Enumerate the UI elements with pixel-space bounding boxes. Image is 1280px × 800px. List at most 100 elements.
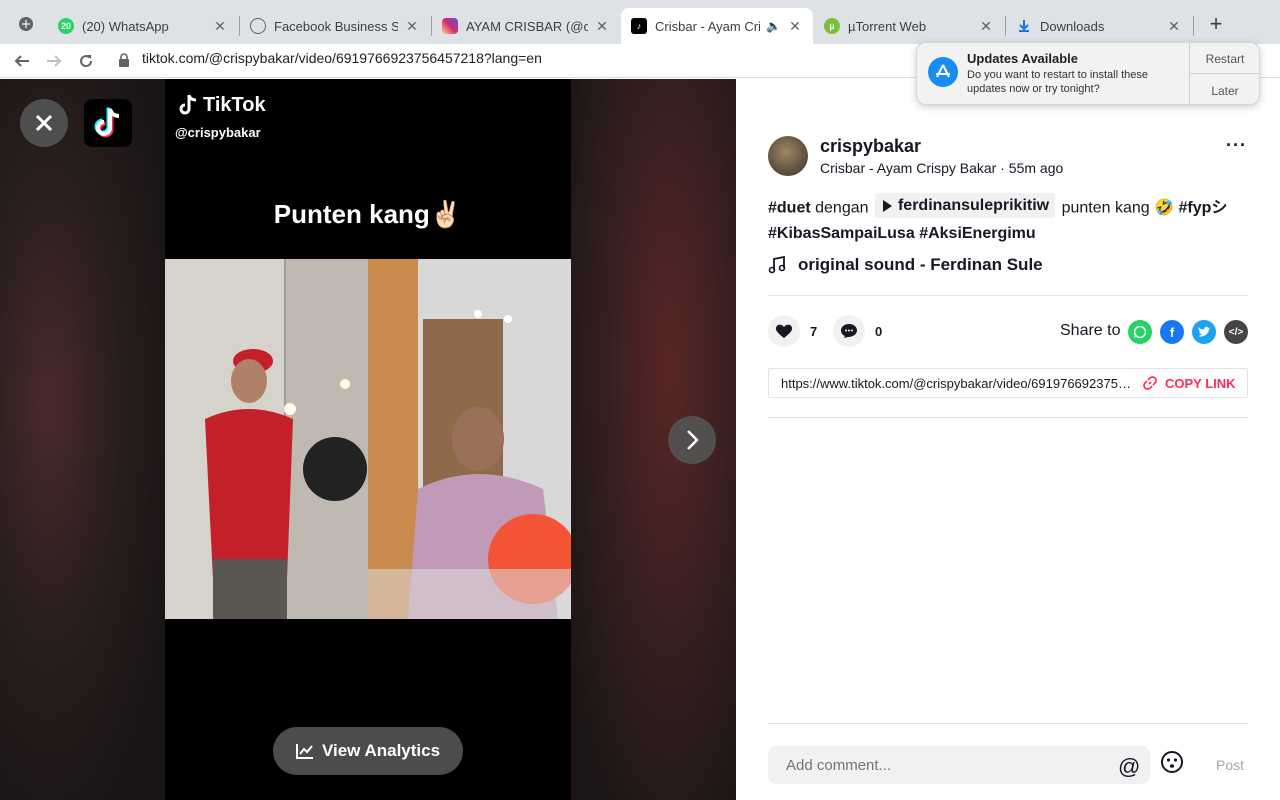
lock-icon[interactable] [118, 53, 130, 67]
instagram-icon [442, 18, 458, 34]
hashtag-duet[interactable]: #duet [768, 200, 811, 217]
hashtag-fyp[interactable]: #fypシ [1178, 200, 1227, 217]
new-tab-button[interactable]: + [1204, 11, 1228, 36]
address-bar[interactable]: tiktok.com/@crispybakar/video/6919766923… [142, 50, 542, 66]
post-comment-button[interactable]: Post [1216, 757, 1244, 773]
close-tab-icon[interactable]: ✕ [1166, 18, 1182, 34]
view-analytics-button[interactable]: View Analytics [273, 727, 463, 775]
sound-label: original sound - Ferdinan Sule [798, 255, 1043, 274]
tiktok-logo-icon [94, 107, 120, 138]
tab-downloads[interactable]: Downloads ✕ [1006, 8, 1192, 44]
username[interactable]: crispybakar [820, 136, 921, 157]
comment-icon[interactable] [833, 315, 865, 347]
share-to-label: Share to [1060, 322, 1121, 339]
video-pane: TikTok @crispybakar Punten kang✌🏻 View A… [0, 79, 736, 800]
tab-title: µTorrent Web [848, 18, 927, 34]
desc-text: punten kang [1061, 199, 1150, 217]
update-notification: Updates Available Do you want to restart… [916, 42, 1260, 105]
emoji-icon[interactable] [1160, 750, 1184, 774]
comment-box: @ [768, 746, 1183, 784]
hashtag-aksi[interactable]: #AksiEnergimu [919, 225, 1035, 242]
close-tab-icon[interactable]: ✕ [212, 18, 228, 34]
blurred-background-left [0, 79, 165, 800]
back-button[interactable] [10, 49, 34, 73]
mention-icon[interactable]: @ [1118, 754, 1140, 780]
embed-share-icon[interactable]: </> [1224, 320, 1248, 344]
close-video-button[interactable] [20, 99, 68, 147]
copy-link-label: COPY LINK [1165, 375, 1236, 391]
divider [768, 295, 1248, 296]
tab-tiktok-active[interactable]: ♪ Crisbar - Ayam Cri 🔈 ✕ [621, 8, 813, 44]
audio-playing-icon[interactable]: 🔈 [766, 19, 781, 33]
tab-title: (20) WhatsApp [82, 18, 169, 34]
hashtag-kibas[interactable]: #KibasSampaiLusa [768, 225, 915, 242]
analytics-icon [295, 744, 313, 759]
reload-icon [80, 55, 93, 68]
close-tab-icon[interactable]: ✕ [787, 18, 803, 34]
tab-utorrent[interactable]: µ µTorrent Web ✕ [814, 8, 1004, 44]
video-caption-overlay: Punten kang✌🏻 [273, 199, 463, 229]
post-description: #duet dengan ferdinansuleprikitiw punten… [768, 193, 1248, 246]
facebook-share-icon[interactable]: f [1160, 320, 1184, 344]
comment-action[interactable]: 0 [833, 315, 882, 347]
twitter-share-icon[interactable] [1192, 320, 1216, 344]
meta-business-icon [250, 18, 266, 34]
sound-link[interactable]: original sound - Ferdinan Sule [768, 255, 1043, 275]
tab-whatsapp[interactable]: 20 (20) WhatsApp ✕ [48, 8, 238, 44]
forward-button[interactable] [42, 49, 66, 73]
video-player[interactable]: TikTok @crispybakar Punten kang✌🏻 [165, 79, 571, 800]
comment-count: 0 [875, 323, 883, 339]
tab-strip: 20 (20) WhatsApp ✕ Facebook Business Su … [0, 0, 1280, 44]
close-tab-icon[interactable]: ✕ [594, 18, 610, 34]
close-tab-icon[interactable]: ✕ [404, 18, 420, 34]
tab-search-icon[interactable] [14, 12, 38, 36]
tab-separator [1193, 16, 1194, 36]
comment-input[interactable] [768, 746, 1108, 784]
app-store-icon [928, 57, 958, 87]
video-frame-right [368, 259, 571, 619]
post-details-pane: crispybakar Crisbar - Ayam Crispy Bakar … [736, 79, 1280, 800]
close-icon [35, 114, 53, 132]
arrow-right-icon [47, 55, 62, 67]
more-options-icon[interactable]: ··· [1226, 135, 1247, 156]
whatsapp-share-icon[interactable] [1128, 320, 1152, 344]
duet-user-label: ferdinansuleprikitiw [897, 197, 1050, 214]
tiktok-logo-button[interactable] [84, 99, 132, 147]
whatsapp-icon: 20 [58, 18, 74, 34]
tab-title: Facebook Business Su [274, 18, 398, 34]
divider [768, 417, 1248, 418]
restart-button[interactable]: Restart [1190, 52, 1260, 66]
heart-icon[interactable] [768, 315, 800, 347]
play-icon [882, 199, 892, 212]
duet-user-chip[interactable]: ferdinansuleprikitiw [874, 193, 1056, 218]
account-subline: Crisbar - Ayam Crispy Bakar · 55m ago [820, 160, 1064, 176]
download-icon [1016, 18, 1032, 34]
view-analytics-label: View Analytics [321, 741, 441, 760]
laughing-emoji: 🤣 [1154, 199, 1175, 217]
close-tab-icon[interactable]: ✕ [978, 18, 994, 34]
tiktok-wordmark: TikTok [203, 93, 266, 116]
chevron-right-icon [687, 430, 699, 450]
next-video-button[interactable] [668, 416, 716, 464]
tab-facebook-business[interactable]: Facebook Business Su ✕ [240, 8, 430, 44]
notification-title: Updates Available [967, 51, 1079, 66]
utorrent-icon: µ [824, 18, 840, 34]
reload-button[interactable] [74, 49, 98, 73]
tab-title: Downloads [1040, 18, 1105, 34]
tiktok-icon: ♪ [631, 18, 647, 34]
divider [1189, 73, 1259, 74]
divider [768, 723, 1248, 724]
tab-instagram[interactable]: AYAM CRISBAR (@cris ✕ [432, 8, 620, 44]
tab-title: AYAM CRISBAR (@cris [466, 18, 588, 34]
desc-text: dengan [815, 199, 869, 217]
like-count: 7 [810, 323, 818, 339]
arrow-left-icon [14, 55, 29, 67]
avatar[interactable] [768, 136, 808, 176]
like-action[interactable]: 7 [768, 315, 817, 347]
tiktok-watermark: TikTok [177, 93, 266, 117]
share-link-url[interactable]: https://www.tiktok.com/@crispybakar/vide… [781, 376, 1133, 391]
video-frame-left [165, 259, 368, 619]
copy-link-button[interactable]: COPY LINK [1143, 376, 1236, 391]
later-button[interactable]: Later [1190, 84, 1260, 98]
notification-body: Do you want to restart to install these … [967, 69, 1148, 95]
